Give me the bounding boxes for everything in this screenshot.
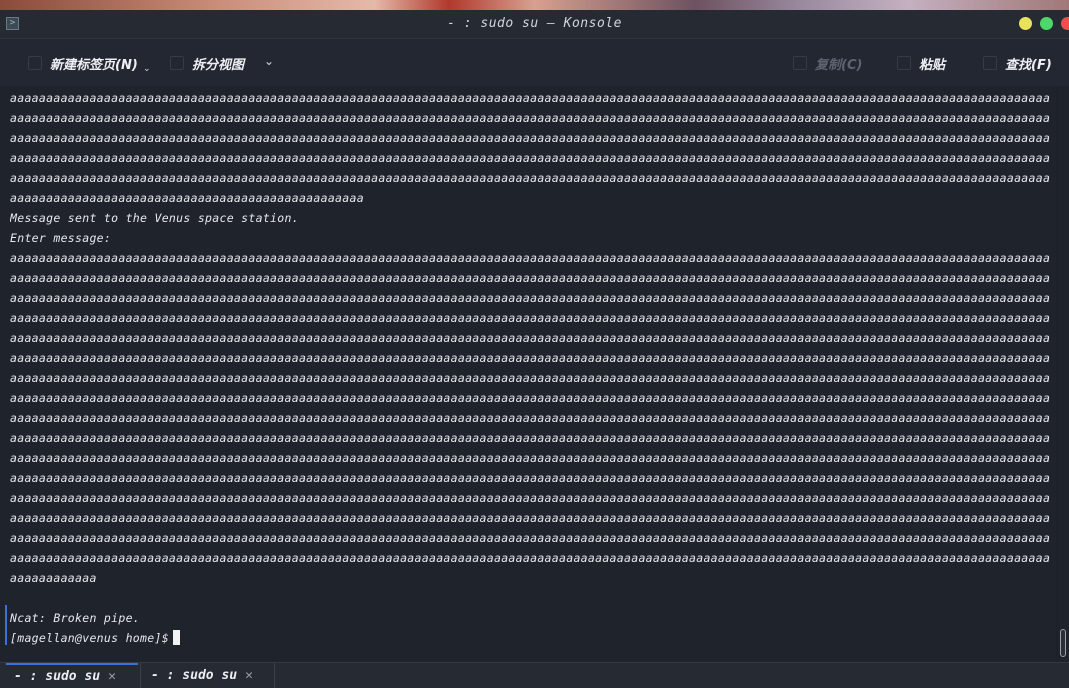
terminal-text: aaaaaaaaaaaaaaaaaaaaaaaaaaaaaaaaaaaaaaaa…: [10, 88, 1056, 648]
terminal-line: aaaaaaaaaaaaaaaaaaaaaaaaaaaaaaaaaaaaaaaa…: [10, 551, 1050, 565]
terminal-line: aaaaaaaaaaaaaaaaaaaaaaaaaaaaaaaaaaaaaaaa…: [10, 351, 1050, 365]
terminal-line: aaaaaaaaaaaaaaaaaaaaaaaaaaaaaaaaaaaaaaaa…: [10, 171, 1050, 185]
paste-label: 粘贴: [919, 57, 946, 73]
tab-session-1[interactable]: - : sudo su ✕: [6, 663, 138, 688]
terminal-line: aaaaaaaaaaaaaaaaaaaaaaaaaaaaaaaaaaaaaaaa…: [10, 251, 1050, 265]
text-cursor: [172, 630, 180, 645]
scrollbar-thumb[interactable]: [1060, 629, 1066, 657]
copy-button[interactable]: 复制(C): [793, 53, 862, 73]
terminal-line: aaaaaaaaaaaaaaaaaaaaaaaaaaaaaaaaaaaaaaaa…: [10, 131, 1050, 145]
terminal-line: aaaaaaaaaaaaaaaaaaaaaaaaaaaaaaaaaaaaaaaa…: [10, 191, 364, 205]
tab-session-2[interactable]: - : sudo su ✕: [140, 663, 275, 688]
terminal-line: aaaaaaaaaaaaaaaaaaaaaaaaaaaaaaaaaaaaaaaa…: [10, 111, 1050, 125]
terminal-line: aaaaaaaaaaaaaaaaaaaaaaaaaaaaaaaaaaaaaaaa…: [10, 151, 1050, 165]
paste-button[interactable]: 粘贴: [897, 53, 945, 73]
split-view-dropdown-icon[interactable]: ⌄: [264, 54, 274, 68]
terminal-line: aaaaaaaaaaaaaaaaaaaaaaaaaaaaaaaaaaaaaaaa…: [10, 331, 1050, 345]
new-tab-button[interactable]: 新建标签页(N): [28, 53, 138, 73]
terminal-line: aaaaaaaaaaaaaaaaaaaaaaaaaaaaaaaaaaaaaaaa…: [10, 391, 1050, 405]
find-label: 查找(F): [1005, 57, 1052, 73]
terminal-line: aaaaaaaaaaaaaaaaaaaaaaaaaaaaaaaaaaaaaaaa…: [10, 371, 1050, 385]
terminal-line: aaaaaaaaaaaaaaaaaaaaaaaaaaaaaaaaaaaaaaaa…: [10, 271, 1050, 285]
shell-prompt: [magellan@venus home]$: [10, 628, 1050, 648]
terminal-line: aaaaaaaaaaaaaaaaaaaaaaaaaaaaaaaaaaaaaaaa…: [10, 471, 1050, 485]
close-button[interactable]: [1061, 17, 1069, 30]
terminal-line: aaaaaaaaaaaa: [10, 571, 97, 585]
active-line-indicator: [5, 605, 7, 645]
copy-label: 复制(C): [815, 57, 863, 73]
terminal-line: aaaaaaaaaaaaaaaaaaaaaaaaaaaaaaaaaaaaaaaa…: [10, 311, 1050, 325]
split-view-icon: [170, 56, 184, 70]
scrollbar[interactable]: [1058, 86, 1069, 662]
terminal-line: aaaaaaaaaaaaaaaaaaaaaaaaaaaaaaaaaaaaaaaa…: [10, 491, 1050, 505]
find-icon: [983, 56, 997, 70]
terminal-line: Enter message:: [10, 231, 112, 245]
maximize-button[interactable]: [1040, 17, 1053, 30]
new-tab-icon: [28, 56, 42, 70]
close-tab-icon[interactable]: ✕: [108, 669, 116, 684]
terminal-line: aaaaaaaaaaaaaaaaaaaaaaaaaaaaaaaaaaaaaaaa…: [10, 451, 1050, 465]
copy-icon: [793, 56, 807, 70]
find-button[interactable]: 查找(F): [983, 53, 1052, 73]
paste-icon: [897, 56, 911, 70]
title-bar[interactable]: > - : sudo su — Konsole: [0, 10, 1069, 39]
terminal-line: Ncat: Broken pipe.: [10, 611, 141, 625]
terminal-line: aaaaaaaaaaaaaaaaaaaaaaaaaaaaaaaaaaaaaaaa…: [10, 91, 1050, 105]
terminal-line: aaaaaaaaaaaaaaaaaaaaaaaaaaaaaaaaaaaaaaaa…: [10, 511, 1050, 525]
desktop-wallpaper-strip: [0, 0, 1069, 10]
terminal-line: aaaaaaaaaaaaaaaaaaaaaaaaaaaaaaaaaaaaaaaa…: [10, 411, 1050, 425]
window-title: - : sudo su — Konsole: [447, 16, 622, 31]
tab-label: - : sudo su: [151, 668, 238, 683]
split-view-button[interactable]: 拆分视图: [170, 53, 244, 73]
tab-label: - : sudo su: [14, 669, 101, 684]
new-tab-dropdown-icon[interactable]: ⌄: [143, 64, 151, 74]
terminal-line: aaaaaaaaaaaaaaaaaaaaaaaaaaaaaaaaaaaaaaaa…: [10, 531, 1050, 545]
terminal-line: aaaaaaaaaaaaaaaaaaaaaaaaaaaaaaaaaaaaaaaa…: [10, 431, 1050, 445]
terminal-line: Message sent to the Venus space station.: [10, 211, 299, 225]
toolbar: 新建标签页(N) 拆分视图 复制(C) 粘贴 查找(F): [0, 39, 1069, 86]
terminal-output[interactable]: aaaaaaaaaaaaaaaaaaaaaaaaaaaaaaaaaaaaaaaa…: [0, 86, 1056, 662]
new-tab-label: 新建标签页(N): [50, 57, 138, 73]
terminal-line: aaaaaaaaaaaaaaaaaaaaaaaaaaaaaaaaaaaaaaaa…: [10, 291, 1050, 305]
tab-bar: - : sudo su ✕ - : sudo su ✕: [0, 662, 1069, 688]
minimize-button[interactable]: [1019, 17, 1032, 30]
close-tab-icon[interactable]: ✕: [245, 668, 253, 683]
split-view-label: 拆分视图: [192, 57, 245, 73]
